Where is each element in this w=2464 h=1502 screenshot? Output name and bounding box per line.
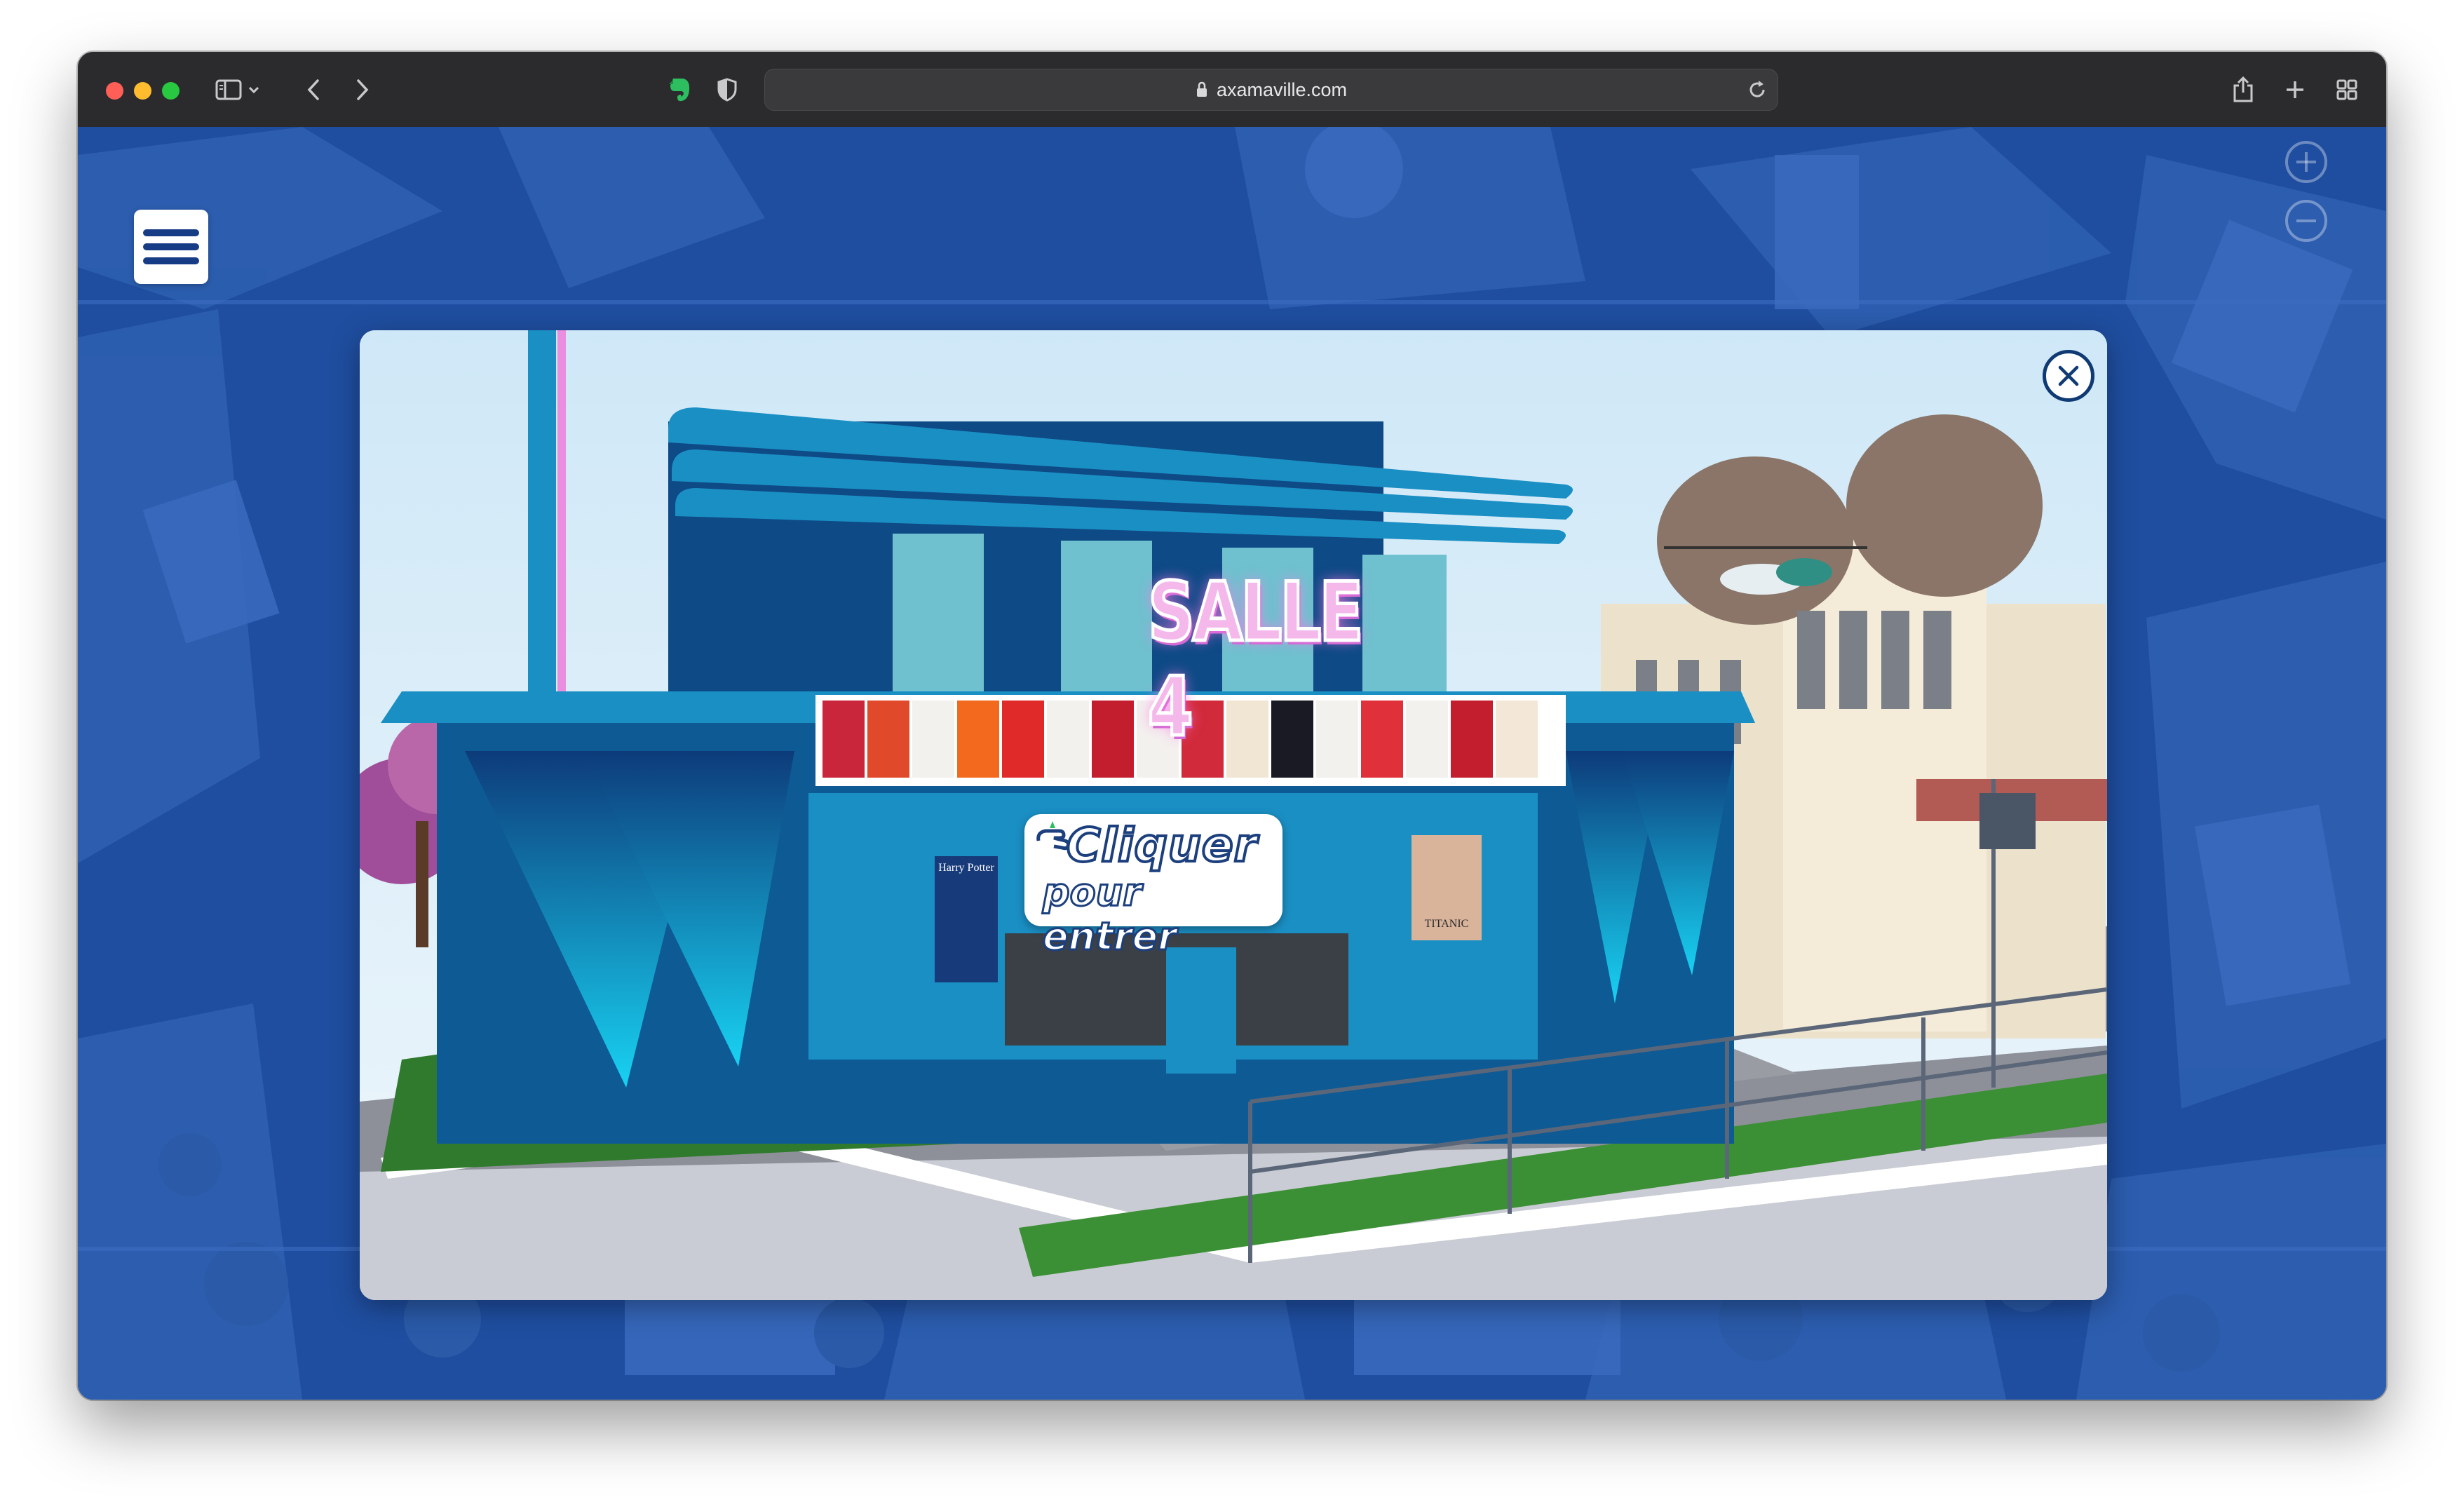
zoom-out-button[interactable] xyxy=(2285,200,2327,242)
cinema-modal: SALLE 4 Harry Potter TITANIC Cliquer pou… xyxy=(360,330,2107,1300)
tab-overview-icon[interactable] xyxy=(2329,72,2365,108)
page-content: SALLE 4 Harry Potter TITANIC Cliquer pou… xyxy=(78,127,2386,1400)
cta-line1: Cliquer xyxy=(1065,817,1258,874)
close-icon xyxy=(2058,365,2079,386)
new-tab-icon[interactable] xyxy=(2277,72,2313,108)
reload-icon[interactable] xyxy=(1747,79,1768,100)
poster-harry-potter: Harry Potter xyxy=(938,862,994,874)
close-modal-button[interactable] xyxy=(2043,350,2094,402)
browser-window: axamaville.com Harry Potter TITANIC Cliq… xyxy=(78,52,2386,1400)
zoom-window-button[interactable] xyxy=(162,82,180,100)
privacy-shield-icon[interactable] xyxy=(709,72,745,108)
share-icon[interactable] xyxy=(2225,72,2261,108)
back-icon[interactable] xyxy=(295,72,332,108)
forward-icon[interactable] xyxy=(344,72,381,108)
enter-cinema-button[interactable]: Cliquer pour entrer xyxy=(1024,814,1282,960)
chevron-down-icon[interactable] xyxy=(243,72,264,108)
zoom-in-button[interactable] xyxy=(2285,141,2327,183)
poster-titanic: TITANIC xyxy=(1424,918,1469,930)
evernote-icon[interactable] xyxy=(661,72,698,108)
lock-icon xyxy=(1196,81,1207,97)
address-bar[interactable]: axamaville.com xyxy=(764,69,1778,111)
browser-toolbar: axamaville.com xyxy=(78,52,2386,128)
cta-line2: pour entrer xyxy=(1042,870,1178,960)
url-text: axamaville.com xyxy=(1216,79,1348,100)
close-window-button[interactable] xyxy=(106,82,123,100)
salle-sign: SALLE 4 xyxy=(1146,564,1395,757)
minimize-window-button[interactable] xyxy=(134,82,151,100)
hamburger-menu-button[interactable] xyxy=(134,210,208,284)
sidebar-icon[interactable] xyxy=(211,72,248,108)
